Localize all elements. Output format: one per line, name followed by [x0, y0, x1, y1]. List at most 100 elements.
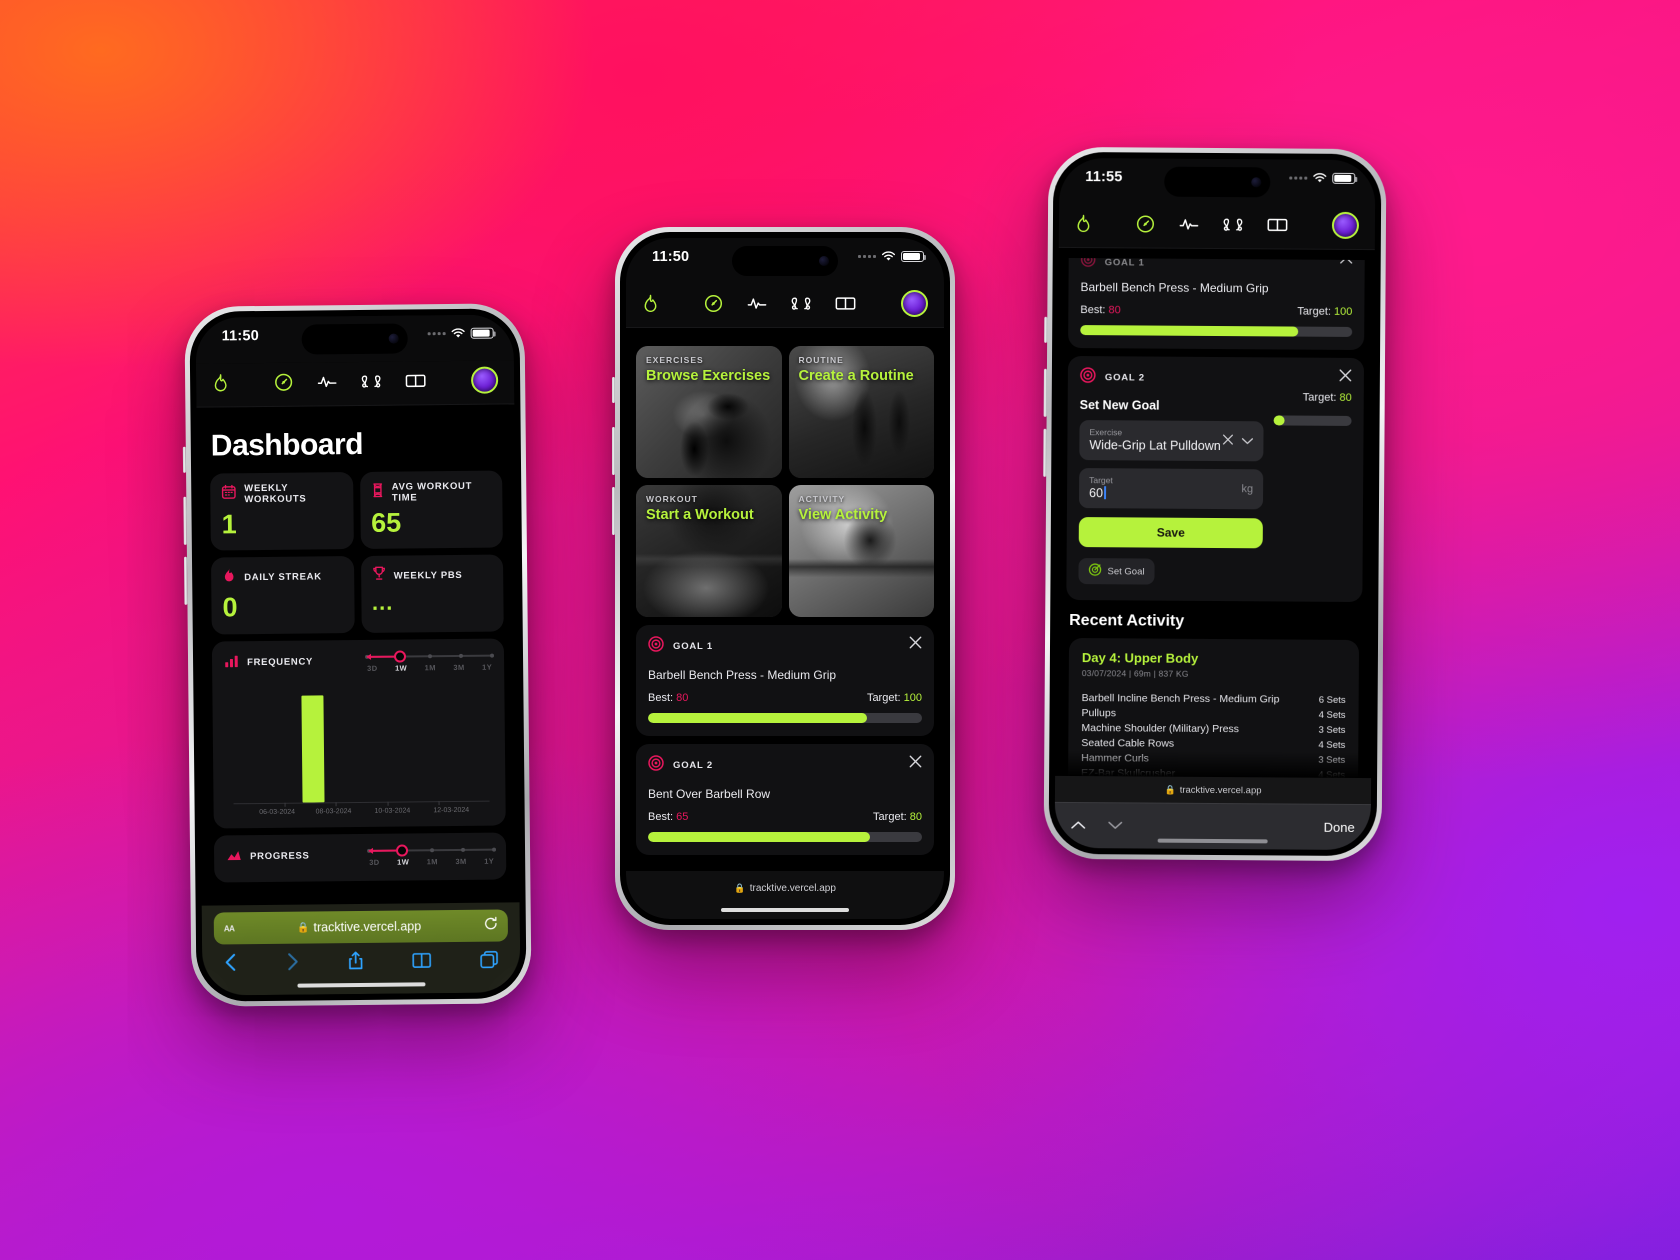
target-input[interactable]: Target 60 kg	[1078, 468, 1264, 510]
chevron-down-icon[interactable]	[1108, 817, 1123, 835]
frequency-range-slider[interactable]: 3D 1W 1M 3M 1Y	[364, 649, 495, 673]
flame-icon[interactable]	[1075, 214, 1092, 233]
sidebar-item-library[interactable]	[405, 372, 426, 389]
stat-value: ...	[371, 589, 394, 616]
wifi-icon	[451, 328, 466, 339]
exercise-sets: 6 Sets	[1318, 694, 1346, 706]
done-button[interactable]: Done	[1324, 820, 1355, 835]
frequency-bar-chart: 06-03-2024 08-03-2024 10-03-2024 12-03-2…	[224, 679, 493, 820]
sidebar-item-activity[interactable]	[317, 373, 337, 390]
status-time: 11:50	[652, 249, 690, 265]
goal-card: GOAL 1 Barbell Bench Press - Medium Grip…	[636, 625, 934, 736]
close-icon[interactable]	[1339, 369, 1352, 387]
range-option-1m[interactable]: 1M	[427, 857, 438, 866]
sidebar-item-dashboard[interactable]	[1136, 214, 1155, 233]
home-indicator	[1157, 838, 1268, 844]
chevron-up-icon[interactable]	[1340, 257, 1353, 270]
flame-icon[interactable]	[642, 294, 659, 313]
avatar[interactable]	[901, 290, 928, 317]
progress-range-slider[interactable]: 3D 1W 1M 3M 1Y	[367, 843, 497, 867]
goal-exercise: Barbell Bench Press - Medium Grip	[648, 668, 837, 682]
tile-create-routine[interactable]: ROUTINE Create a Routine	[788, 346, 934, 478]
best-label: Best:	[648, 692, 674, 704]
back-icon[interactable]	[224, 953, 237, 976]
clear-icon[interactable]	[1222, 432, 1233, 450]
app-nav	[1058, 203, 1376, 251]
goal-card: GOAL 2 Bent Over Barbell Row Best: 65 Ta…	[636, 744, 934, 855]
goal-card-edit: GOAL 2 Set New Goal Exercise Wide-Grip L…	[1066, 355, 1365, 603]
tile-kicker: WORKOUT	[646, 494, 698, 504]
reload-icon[interactable]	[484, 916, 498, 935]
sidebar-item-library[interactable]	[1267, 216, 1288, 233]
tile-kicker: EXERCISES	[646, 355, 704, 365]
avatar[interactable]	[1331, 211, 1360, 239]
range-option-1m[interactable]: 1M	[425, 663, 436, 672]
range-option-3m[interactable]: 3M	[453, 663, 464, 672]
exercise-name: Hammer Curls	[1081, 751, 1149, 765]
range-option-1w[interactable]: 1W	[397, 857, 409, 866]
range-option-1y[interactable]: 1Y	[484, 856, 494, 865]
flame-icon[interactable]	[212, 373, 229, 392]
sidebar-item-dashboard[interactable]	[274, 373, 293, 392]
tile-view-activity[interactable]: ACTIVITY View Activity	[788, 485, 934, 617]
bookmarks-icon[interactable]	[412, 952, 432, 973]
text-size-button[interactable]: AA	[224, 922, 235, 934]
panel-label: FREQUENCY	[247, 656, 314, 669]
chevron-up-icon[interactable]	[1071, 817, 1086, 835]
exercise-sets: 3 Sets	[1318, 754, 1346, 766]
target-label: Target:	[1302, 391, 1337, 404]
tile-kicker: ACTIVITY	[798, 494, 846, 504]
text-caret	[1103, 486, 1106, 500]
stat-card-avg-workout-time[interactable]: AVG WORKOUT TIME 65	[359, 470, 503, 550]
stat-card-daily-streak[interactable]: DAILY STREAK 0	[210, 556, 355, 635]
chart-tick: 06-03-2024	[259, 808, 296, 816]
safari-bottom-bar: 🔒 tracktive.vercel.app	[626, 871, 944, 919]
close-icon[interactable]	[909, 636, 922, 654]
exercise-field[interactable]: Exercise Wide-Grip Lat Pulldown	[1079, 420, 1264, 462]
save-button[interactable]: Save	[1078, 517, 1263, 549]
sidebar-item-workout[interactable]	[1223, 216, 1243, 233]
stat-label: WEEKLY PBS	[393, 569, 463, 582]
tabs-icon[interactable]	[480, 950, 498, 973]
best-label: Best:	[648, 811, 674, 823]
goal-progress-bar	[1080, 325, 1353, 337]
activity-card[interactable]: Day 4: Upper Body 03/07/2024 | 69m | 837…	[1067, 637, 1360, 779]
target-value: 80	[1339, 391, 1352, 404]
tile-browse-exercises[interactable]: EXERCISES Browse Exercises	[636, 346, 782, 478]
chip-label: Set Goal	[1107, 565, 1145, 578]
chevron-down-icon[interactable]	[1241, 432, 1253, 450]
sidebar-item-activity[interactable]	[747, 295, 767, 312]
range-option-3d[interactable]: 3D	[369, 857, 379, 866]
url-bar[interactable]: AA 🔒 tracktive.vercel.app	[213, 909, 509, 945]
forward-icon[interactable]	[286, 952, 299, 975]
sidebar-item-workout[interactable]	[361, 373, 381, 390]
status-bar: 11:55	[1059, 157, 1376, 207]
share-icon[interactable]	[348, 951, 363, 975]
wifi-icon	[1312, 173, 1327, 184]
tile-start-workout[interactable]: WORKOUT Start a Workout	[636, 485, 782, 617]
range-option-1y[interactable]: 1Y	[482, 662, 492, 671]
sidebar-item-activity[interactable]	[1179, 216, 1199, 233]
url-bar[interactable]: 🔒 tracktive.vercel.app	[626, 871, 944, 900]
safari-toolbar	[202, 941, 520, 976]
frequency-panel: FREQUENCY 3D 1W 1M 3M 1Y 06-03-2024 08-0…	[211, 638, 506, 829]
close-icon[interactable]	[909, 755, 922, 773]
goal-tag: GOAL 2	[1104, 372, 1145, 384]
sidebar-item-library[interactable]	[835, 295, 856, 312]
range-option-3m[interactable]: 3M	[455, 857, 466, 866]
range-option-3d[interactable]: 3D	[367, 663, 377, 672]
goal-tag: GOAL 1	[673, 641, 713, 652]
set-goal-chip[interactable]: Set Goal	[1078, 558, 1155, 585]
phone-2: 11:50 EXERCISES Browse Exercises ROUTINE…	[612, 227, 955, 930]
sidebar-item-dashboard[interactable]	[704, 294, 723, 313]
stat-card-weekly-workouts[interactable]: WEEKLY WORKOUTS 1	[210, 472, 354, 551]
phone-1: 11:50 Dashboard WEEKLY WORKOUTS 1 AVG WO…	[182, 303, 532, 1007]
session-meta: 03/07/2024 | 69m | 837 KG	[1081, 668, 1189, 679]
sidebar-item-workout[interactable]	[791, 295, 811, 312]
stat-card-weekly-pbs[interactable]: WEEKLY PBS ...	[360, 554, 504, 633]
exercise-list: Barbell Incline Bench Press - Medium Gri…	[1081, 690, 1346, 779]
field-label: Exercise	[1089, 427, 1123, 438]
url-bar[interactable]: 🔒 tracktive.vercel.app	[1054, 775, 1372, 805]
range-option-1w[interactable]: 1W	[395, 663, 407, 672]
avatar[interactable]	[470, 366, 499, 394]
